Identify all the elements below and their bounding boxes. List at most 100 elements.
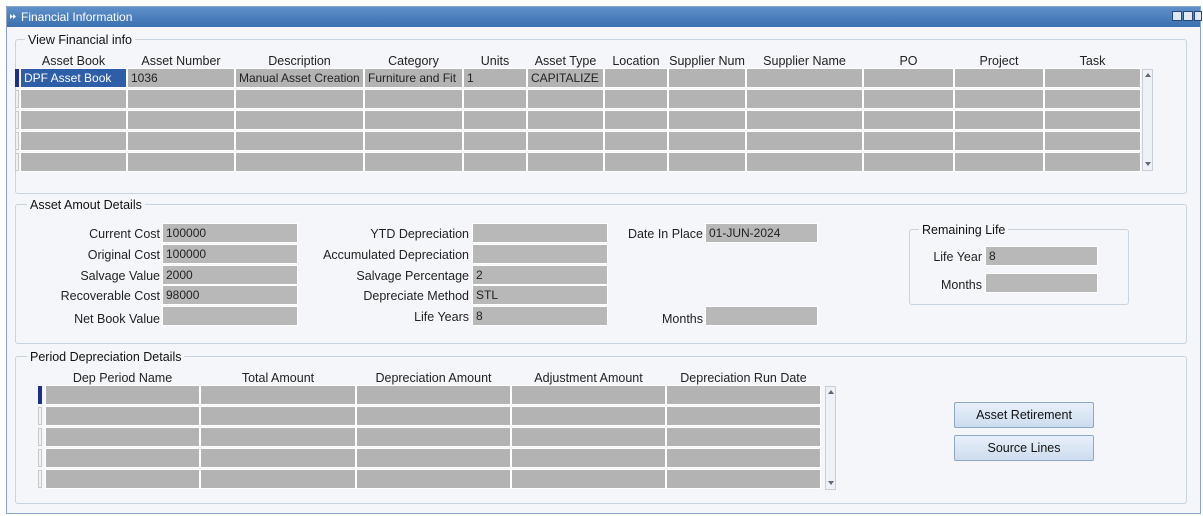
window-titlebar[interactable]: Financial Information <box>7 7 1202 27</box>
table-cell[interactable] <box>604 152 668 172</box>
close-icon[interactable] <box>1194 11 1202 21</box>
table-cell[interactable] <box>200 448 356 468</box>
table-cell[interactable] <box>863 68 954 88</box>
table-cell[interactable] <box>666 469 821 489</box>
table-cell[interactable]: Furniture and Fit <box>364 68 463 88</box>
table-cell[interactable] <box>200 427 356 447</box>
table-cell[interactable]: DPF Asset Book <box>20 68 127 88</box>
table-cell[interactable] <box>127 131 235 151</box>
table-cell[interactable] <box>746 131 863 151</box>
depreciate-method-field[interactable]: STL <box>472 285 608 305</box>
table-cell[interactable] <box>200 385 356 405</box>
row-indicator[interactable] <box>15 132 19 150</box>
table-cell[interactable] <box>463 131 527 151</box>
table-cell[interactable] <box>527 110 604 130</box>
table-cell[interactable] <box>511 469 666 489</box>
table-cell[interactable] <box>668 89 746 109</box>
table-cell[interactable] <box>527 152 604 172</box>
table-cell[interactable] <box>20 131 127 151</box>
table-cell[interactable] <box>666 427 821 447</box>
table-cell[interactable] <box>127 110 235 130</box>
table-cell[interactable] <box>1044 152 1141 172</box>
scroll-down-icon[interactable] <box>828 481 834 485</box>
table-cell[interactable] <box>20 152 127 172</box>
table-cell[interactable] <box>511 385 666 405</box>
table-cell[interactable] <box>604 110 668 130</box>
table-cell[interactable] <box>954 152 1044 172</box>
table-cell[interactable] <box>356 469 511 489</box>
row-indicator[interactable] <box>15 69 19 87</box>
table-cell[interactable] <box>511 427 666 447</box>
table-cell[interactable] <box>200 406 356 426</box>
maximize-icon[interactable] <box>1183 11 1193 21</box>
table-cell[interactable] <box>364 152 463 172</box>
row-indicator[interactable] <box>38 470 42 488</box>
row-indicator[interactable] <box>38 449 42 467</box>
table-cell[interactable]: CAPITALIZE <box>527 68 604 88</box>
asset-retirement-button[interactable]: Asset Retirement <box>954 402 1094 428</box>
table-cell[interactable] <box>45 406 200 426</box>
table-cell[interactable] <box>668 68 746 88</box>
table-cell[interactable] <box>45 448 200 468</box>
row-indicator[interactable] <box>15 153 19 171</box>
period-depreciation-scrollbar[interactable] <box>825 386 836 490</box>
months-field[interactable] <box>705 306 818 326</box>
table-cell[interactable] <box>666 448 821 468</box>
table-cell[interactable] <box>668 110 746 130</box>
table-cell[interactable] <box>604 68 668 88</box>
row-indicator[interactable] <box>38 386 42 404</box>
table-cell[interactable] <box>746 68 863 88</box>
table-cell[interactable] <box>127 89 235 109</box>
row-indicator[interactable] <box>38 407 42 425</box>
scroll-up-icon[interactable] <box>828 390 834 394</box>
table-cell[interactable] <box>463 110 527 130</box>
table-cell[interactable] <box>20 89 127 109</box>
table-cell[interactable] <box>863 89 954 109</box>
table-cell[interactable] <box>511 406 666 426</box>
table-cell[interactable] <box>863 152 954 172</box>
salvage-percentage-field[interactable]: 2 <box>472 265 608 285</box>
net-book-value-field[interactable] <box>162 306 298 326</box>
table-cell[interactable] <box>364 110 463 130</box>
table-cell[interactable]: Manual Asset Creation <box>235 68 364 88</box>
life-year-field[interactable]: 8 <box>985 246 1098 266</box>
table-cell[interactable] <box>668 131 746 151</box>
salvage-value-field[interactable]: 2000 <box>162 265 298 285</box>
row-indicator[interactable] <box>15 90 19 108</box>
row-indicator[interactable] <box>38 428 42 446</box>
table-cell[interactable] <box>746 89 863 109</box>
table-cell[interactable] <box>604 89 668 109</box>
table-cell[interactable] <box>954 131 1044 151</box>
table-cell[interactable] <box>20 110 127 130</box>
table-cell[interactable]: 1036 <box>127 68 235 88</box>
table-cell[interactable] <box>364 131 463 151</box>
ytd-depreciation-field[interactable] <box>472 223 608 243</box>
table-cell[interactable] <box>356 448 511 468</box>
source-lines-button[interactable]: Source Lines <box>954 435 1094 461</box>
table-cell[interactable] <box>356 427 511 447</box>
table-cell[interactable] <box>666 385 821 405</box>
table-cell[interactable] <box>235 89 364 109</box>
table-cell[interactable] <box>1044 131 1141 151</box>
table-cell[interactable] <box>511 448 666 468</box>
table-cell[interactable] <box>746 152 863 172</box>
table-cell[interactable] <box>235 152 364 172</box>
table-cell[interactable] <box>863 131 954 151</box>
table-cell[interactable] <box>1044 110 1141 130</box>
table-cell[interactable] <box>45 385 200 405</box>
table-cell[interactable] <box>463 89 527 109</box>
remaining-months-field[interactable] <box>985 273 1098 293</box>
table-cell[interactable] <box>356 385 511 405</box>
recoverable-cost-field[interactable]: 98000 <box>162 285 298 305</box>
table-cell[interactable]: 1 <box>463 68 527 88</box>
table-cell[interactable] <box>45 469 200 489</box>
table-cell[interactable] <box>1044 89 1141 109</box>
table-cell[interactable] <box>45 427 200 447</box>
current-cost-field[interactable]: 100000 <box>162 223 298 243</box>
table-cell[interactable] <box>235 131 364 151</box>
date-in-place-field[interactable]: 01-JUN-2024 <box>705 223 818 243</box>
table-cell[interactable] <box>954 110 1044 130</box>
life-years-field[interactable]: 8 <box>472 306 608 326</box>
table-cell[interactable] <box>235 110 364 130</box>
table-cell[interactable] <box>463 152 527 172</box>
